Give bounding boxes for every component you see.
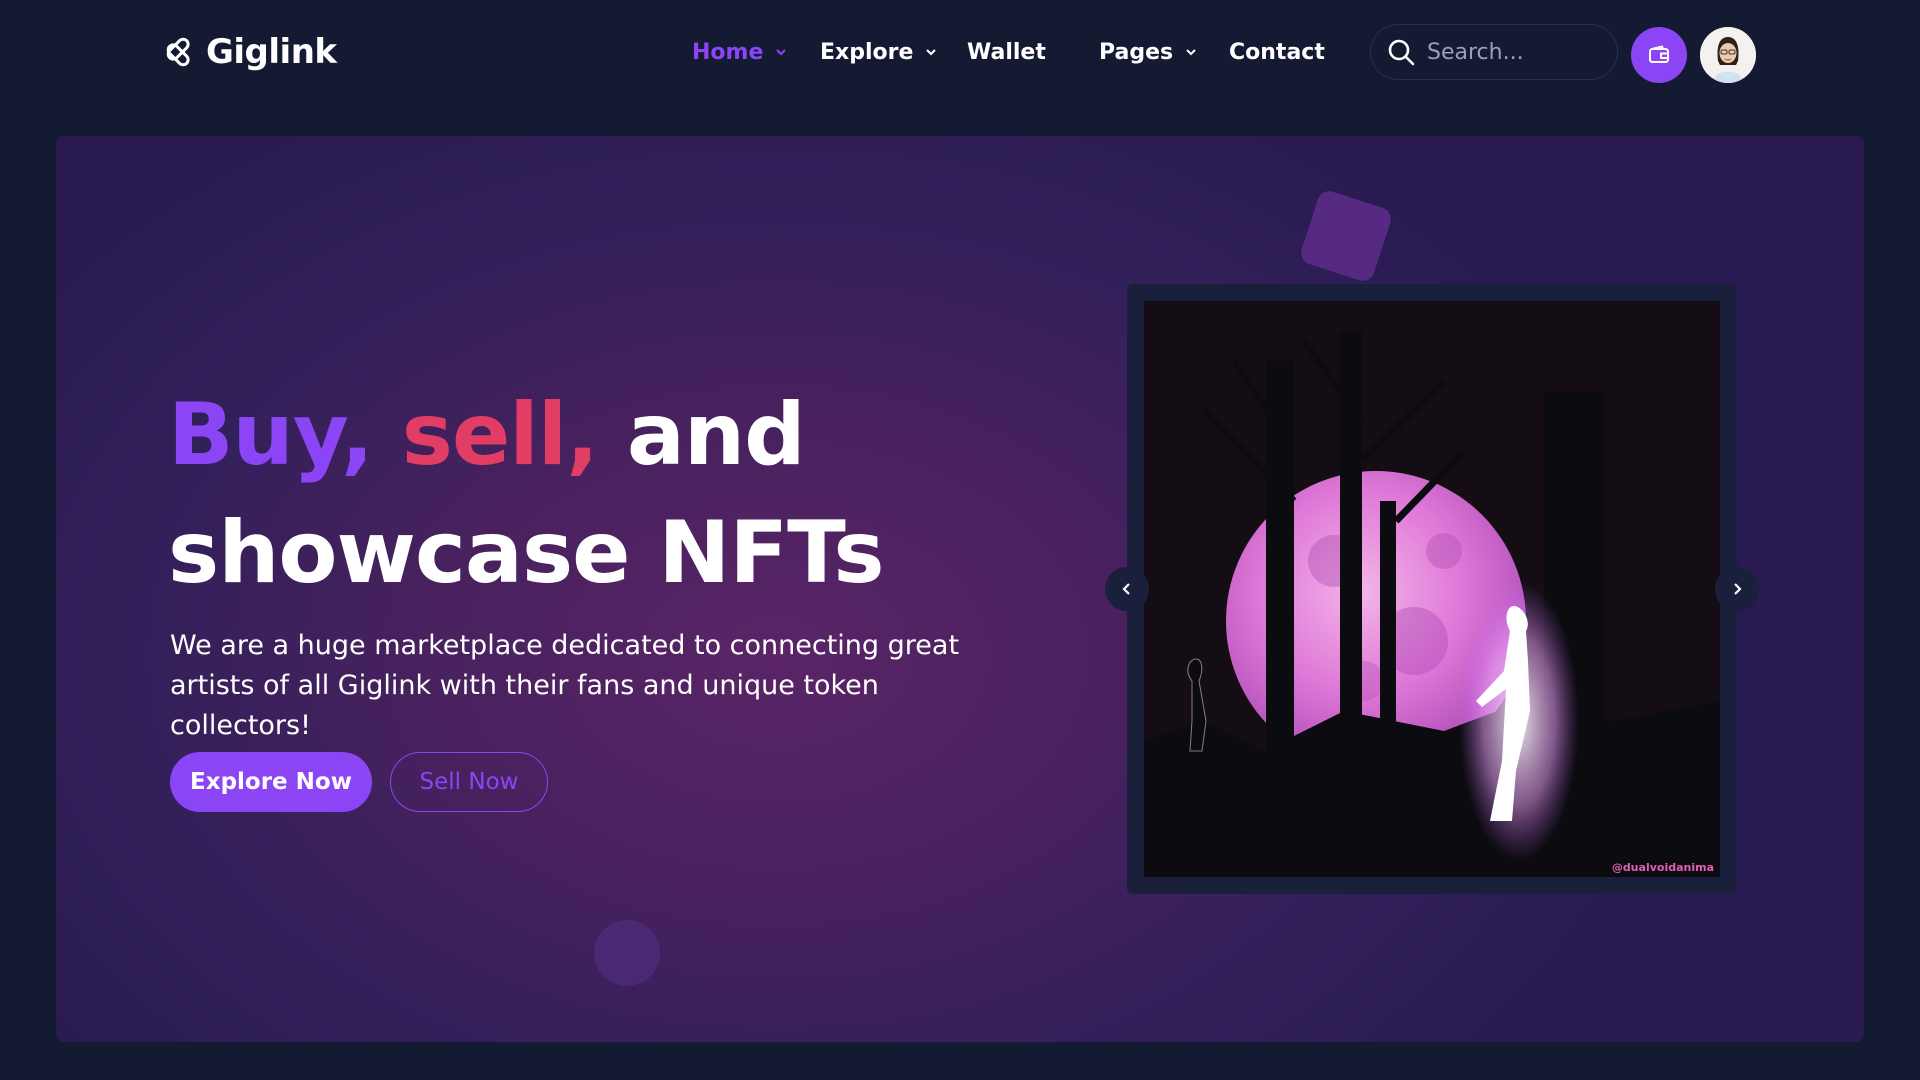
search-box[interactable] (1370, 24, 1618, 80)
wallet-button[interactable] (1631, 27, 1687, 83)
slider-prev-button[interactable] (1105, 567, 1149, 611)
hero-banner: Buy, sell, and showcase NFTs We are a hu… (56, 136, 1864, 1042)
headline-word-sell: sell, (401, 385, 599, 485)
nft-artwork: @dualvoidanima (1144, 301, 1720, 877)
nav-wallet-label: Wallet (967, 39, 1046, 65)
hero-headline: Buy, sell, and showcase NFTs (168, 376, 885, 612)
chevron-down-icon (926, 49, 937, 56)
chevron-right-icon (1734, 583, 1742, 595)
nav-home-label: Home (692, 39, 764, 65)
headline-line-two: showcase NFTs (168, 503, 885, 603)
headline-word-buy: Buy, (168, 385, 374, 485)
nav-contact-label: Contact (1229, 39, 1325, 65)
chevron-down-icon (1186, 49, 1196, 56)
sell-now-button[interactable]: Sell Now (390, 752, 548, 812)
top-navbar: Giglink Home Explore Wallet Pages Contac… (0, 0, 1920, 110)
nav-home[interactable]: Home (692, 40, 787, 65)
brand-name: Giglink (206, 32, 337, 72)
slider-next-button[interactable] (1715, 567, 1759, 611)
nav-explore-label: Explore (820, 39, 914, 65)
nav-pages-label: Pages (1099, 39, 1174, 65)
decorative-square (1298, 188, 1394, 284)
nav-explore[interactable]: Explore (820, 40, 937, 65)
decorative-circle (594, 920, 660, 986)
image-credit: @dualvoidanima (1612, 861, 1714, 874)
headline-word-and: and (626, 385, 806, 485)
brand-logo[interactable]: Giglink (166, 30, 337, 74)
nav-pages[interactable]: Pages (1099, 40, 1197, 65)
explore-now-button[interactable]: Explore Now (170, 752, 372, 812)
chevron-down-icon (776, 49, 787, 56)
chevron-left-icon (1122, 583, 1130, 595)
wallet-icon (1649, 45, 1669, 63)
search-input[interactable] (1427, 39, 1597, 65)
nft-artwork-image: @dualvoidanima (1144, 301, 1720, 877)
nft-slider: @dualvoidanima (1127, 284, 1737, 894)
user-avatar[interactable] (1700, 27, 1756, 83)
search-icon (1388, 39, 1415, 66)
nav-contact[interactable]: Contact (1229, 40, 1325, 65)
hero-description: We are a huge marketplace dedicated to c… (170, 630, 960, 741)
giglink-logo-icon (166, 37, 190, 67)
nav-wallet[interactable]: Wallet (967, 40, 1046, 65)
user-avatar-image (1700, 27, 1756, 83)
